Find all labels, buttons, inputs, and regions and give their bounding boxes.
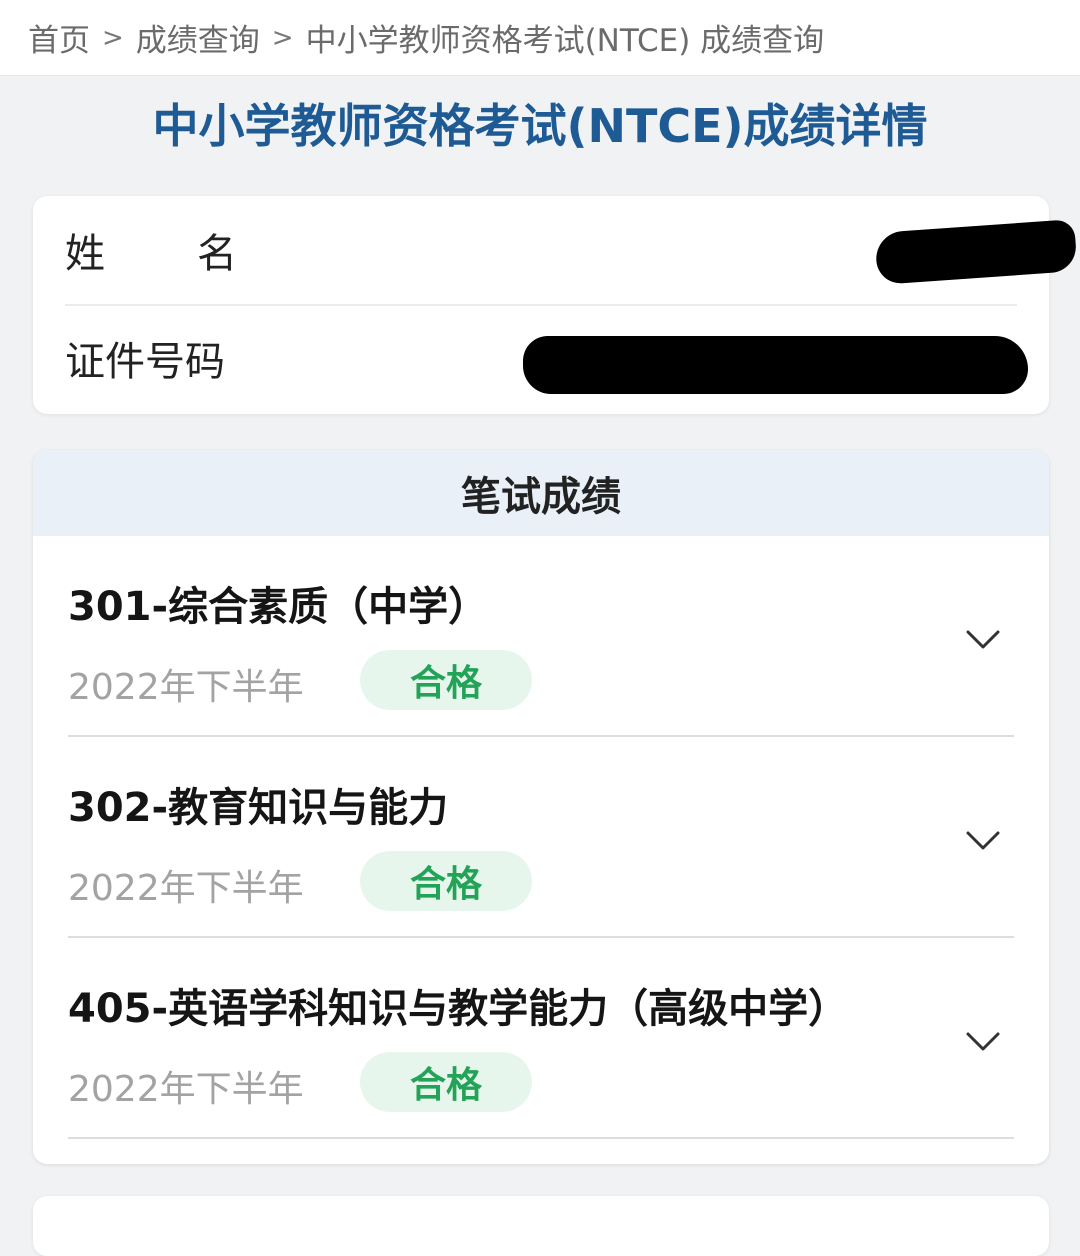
breadcrumb-separator: > xyxy=(102,22,124,53)
written-scores-header: 笔试成绩 xyxy=(33,450,1049,536)
subject-title: 405-英语学科知识与教学能力（高级中学） xyxy=(68,986,849,1032)
subject-term: 2022年下半年 xyxy=(68,1069,304,1110)
name-label: 姓名 xyxy=(65,231,329,277)
chevron-down-icon[interactable] xyxy=(966,622,1000,656)
subject-term: 2022年下半年 xyxy=(68,667,304,708)
breadcrumb-separator: > xyxy=(271,22,294,53)
subject-title: 302-教育知识与能力 xyxy=(68,785,449,831)
subject-term: 2022年下半年 xyxy=(68,868,304,909)
breadcrumb: 首页 > 成绩查询 > 中小学教师资格考试(NTCE) 成绩查询 xyxy=(0,0,1080,76)
breadcrumb-current: 中小学教师资格考试(NTCE) 成绩查询 xyxy=(305,23,825,59)
written-scores-card: 笔试成绩 301-综合素质（中学） 2022年下半年 合格 302-教育知识与能… xyxy=(33,450,1049,1164)
subject-item[interactable]: 301-综合素质（中学） 2022年下半年 合格 xyxy=(68,536,1014,737)
personal-info-card: 姓名 证件号码 xyxy=(33,196,1078,414)
page-title: 中小学教师资格考试(NTCE)成绩详情 xyxy=(152,99,928,153)
pass-badge: 合格 xyxy=(360,1052,532,1112)
subject-title: 301-综合素质（中学） xyxy=(68,584,489,630)
chevron-down-icon[interactable] xyxy=(966,1024,1000,1058)
breadcrumb-score-query-link[interactable]: 成绩查询 xyxy=(136,15,260,60)
pass-badge: 合格 xyxy=(360,650,532,710)
breadcrumb-home-link[interactable]: 首页 xyxy=(28,15,90,60)
name-row: 姓名 xyxy=(65,196,1017,306)
pass-badge: 合格 xyxy=(360,851,532,911)
chevron-down-icon[interactable] xyxy=(966,823,1000,857)
subject-item[interactable]: 302-教育知识与能力 2022年下半年 合格 xyxy=(68,737,1014,938)
id-number-label: 证件号码 xyxy=(65,339,225,385)
next-section-card xyxy=(33,1196,1049,1256)
id-number-redaction xyxy=(523,336,1028,394)
subject-item[interactable]: 405-英语学科知识与教学能力（高级中学） 2022年下半年 合格 xyxy=(68,938,1014,1139)
